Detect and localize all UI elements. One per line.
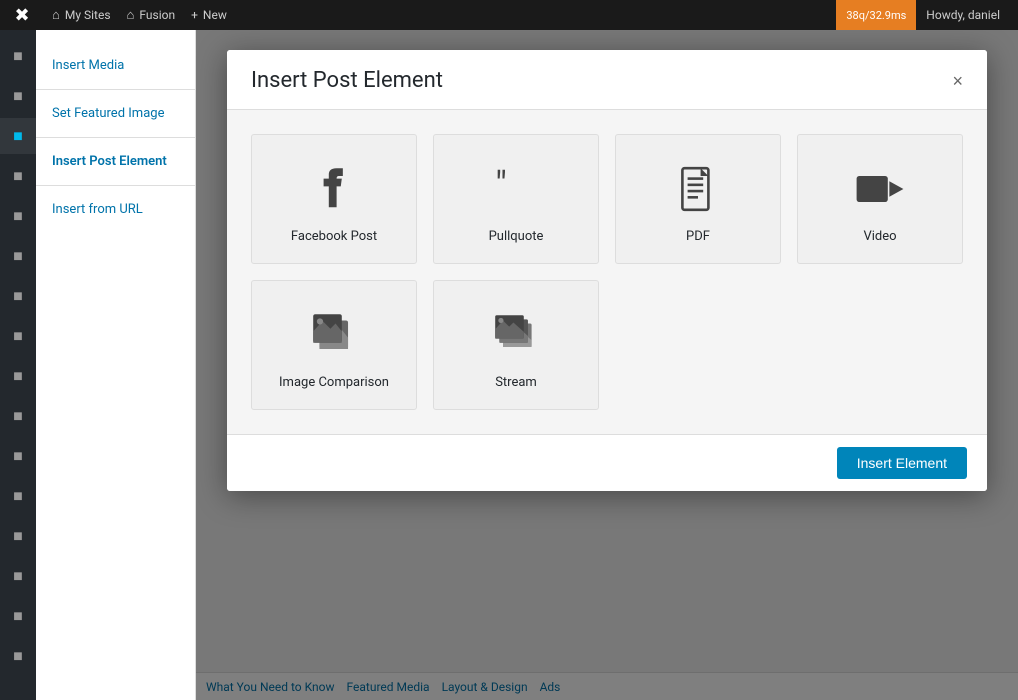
main-layout: ■ ■ ■ ■ ■ ■ ■ ■ ■ ■ ■ ■ ■ ■ ■ ■ Insert M… <box>0 30 1018 700</box>
sidebar-icon-person[interactable]: ■ <box>0 638 36 674</box>
topbar-right: 38q/32.9ms Howdy, daniel <box>836 0 1010 30</box>
sidebar-icon-layout[interactable]: ■ <box>0 358 36 394</box>
sidebar-icon-settings[interactable]: ■ <box>0 398 36 434</box>
element-card-facebook-post[interactable]: Facebook Post <box>251 134 417 264</box>
insert-from-url-link[interactable]: Insert from URL <box>36 194 195 225</box>
facebook-post-icon <box>308 159 360 219</box>
my-sites-menu[interactable]: ⌂ My Sites <box>52 7 111 23</box>
sidebar-icon-video[interactable]: ■ <box>0 238 36 274</box>
plus-icon: + <box>191 8 198 22</box>
image-comparison-label: Image Comparison <box>279 375 389 390</box>
left-nav: Insert Media Set Featured Image Insert P… <box>36 30 196 700</box>
fusion-icon: ⌂ <box>127 7 135 23</box>
element-card-stream[interactable]: Stream <box>433 280 599 410</box>
sidebar-icon-ad[interactable]: ■ <box>0 198 36 234</box>
insert-element-button[interactable]: Insert Element <box>837 447 967 479</box>
sidebar-icon-tag[interactable]: ■ <box>0 438 36 474</box>
new-label: New <box>203 8 227 22</box>
fusion-label: Fusion <box>139 8 175 22</box>
image-comparison-icon <box>308 305 360 365</box>
video-label: Video <box>863 229 896 244</box>
insert-media-link[interactable]: Insert Media <box>36 50 195 81</box>
sidebar-icon-share[interactable]: ■ <box>0 558 36 594</box>
pullquote-label: Pullquote <box>489 229 544 244</box>
modal-header: Insert Post Element × <box>227 50 987 110</box>
element-card-image-comparison[interactable]: Image Comparison <box>251 280 417 410</box>
my-sites-label: My Sites <box>65 8 111 22</box>
sidebar-icon-img[interactable]: ■ <box>0 318 36 354</box>
modal-footer: Insert Element <box>227 434 987 491</box>
pdf-icon <box>672 159 724 219</box>
facebook-post-label: Facebook Post <box>291 229 377 244</box>
stream-label: Stream <box>495 375 537 390</box>
sidebar-icon-wp[interactable]: ■ <box>0 38 36 74</box>
insert-post-element-link[interactable]: Insert Post Element <box>36 146 195 177</box>
svg-text:": " <box>495 163 507 206</box>
stream-icon <box>490 305 542 365</box>
pullquote-icon: " <box>490 159 542 219</box>
modal-body: Facebook Post " Pullquote <box>227 110 987 434</box>
sidebar-icon-page[interactable]: ■ <box>0 478 36 514</box>
sidebar-icon-bars[interactable]: ■ <box>0 598 36 634</box>
elements-grid-row1: Facebook Post " Pullquote <box>251 134 963 264</box>
set-featured-image-link[interactable]: Set Featured Image <box>36 98 195 129</box>
element-card-pdf[interactable]: PDF <box>615 134 781 264</box>
user-menu[interactable]: Howdy, daniel <box>916 0 1010 30</box>
main-area: Insert Post Element × <box>196 30 1018 700</box>
sidebar-icon-user[interactable]: ■ <box>0 78 36 114</box>
howdy-text: Howdy, daniel <box>926 8 1000 22</box>
sidebar-icon-flag[interactable]: ■ <box>0 518 36 554</box>
sidebar-icon-edit[interactable]: ■ <box>0 278 36 314</box>
topbar: ✖ ⌂ My Sites ⌂ Fusion + New 38q/32.9ms H… <box>0 0 1018 30</box>
insert-post-element-modal: Insert Post Element × <box>227 50 987 491</box>
element-card-video[interactable]: Video <box>797 134 963 264</box>
modal-close-button[interactable]: × <box>952 72 963 90</box>
sidebar-icon-grid[interactable]: ■ <box>0 158 36 194</box>
new-menu[interactable]: + New <box>191 8 227 22</box>
wp-logo: ✖ <box>8 5 36 26</box>
home-icon: ⌂ <box>52 7 60 23</box>
performance-indicator: 38q/32.9ms <box>836 0 916 30</box>
pdf-label: PDF <box>686 229 710 244</box>
sidebar-icon-active[interactable]: ■ <box>0 118 36 154</box>
element-card-pullquote[interactable]: " Pullquote <box>433 134 599 264</box>
modal-overlay: Insert Post Element × <box>196 30 1018 700</box>
fusion-menu[interactable]: ⌂ Fusion <box>127 7 176 23</box>
video-icon <box>854 159 906 219</box>
modal-title: Insert Post Element <box>251 68 443 93</box>
elements-grid-row2: Image Comparison <box>251 280 963 410</box>
sidebar: ■ ■ ■ ■ ■ ■ ■ ■ ■ ■ ■ ■ ■ ■ ■ ■ <box>0 30 36 700</box>
